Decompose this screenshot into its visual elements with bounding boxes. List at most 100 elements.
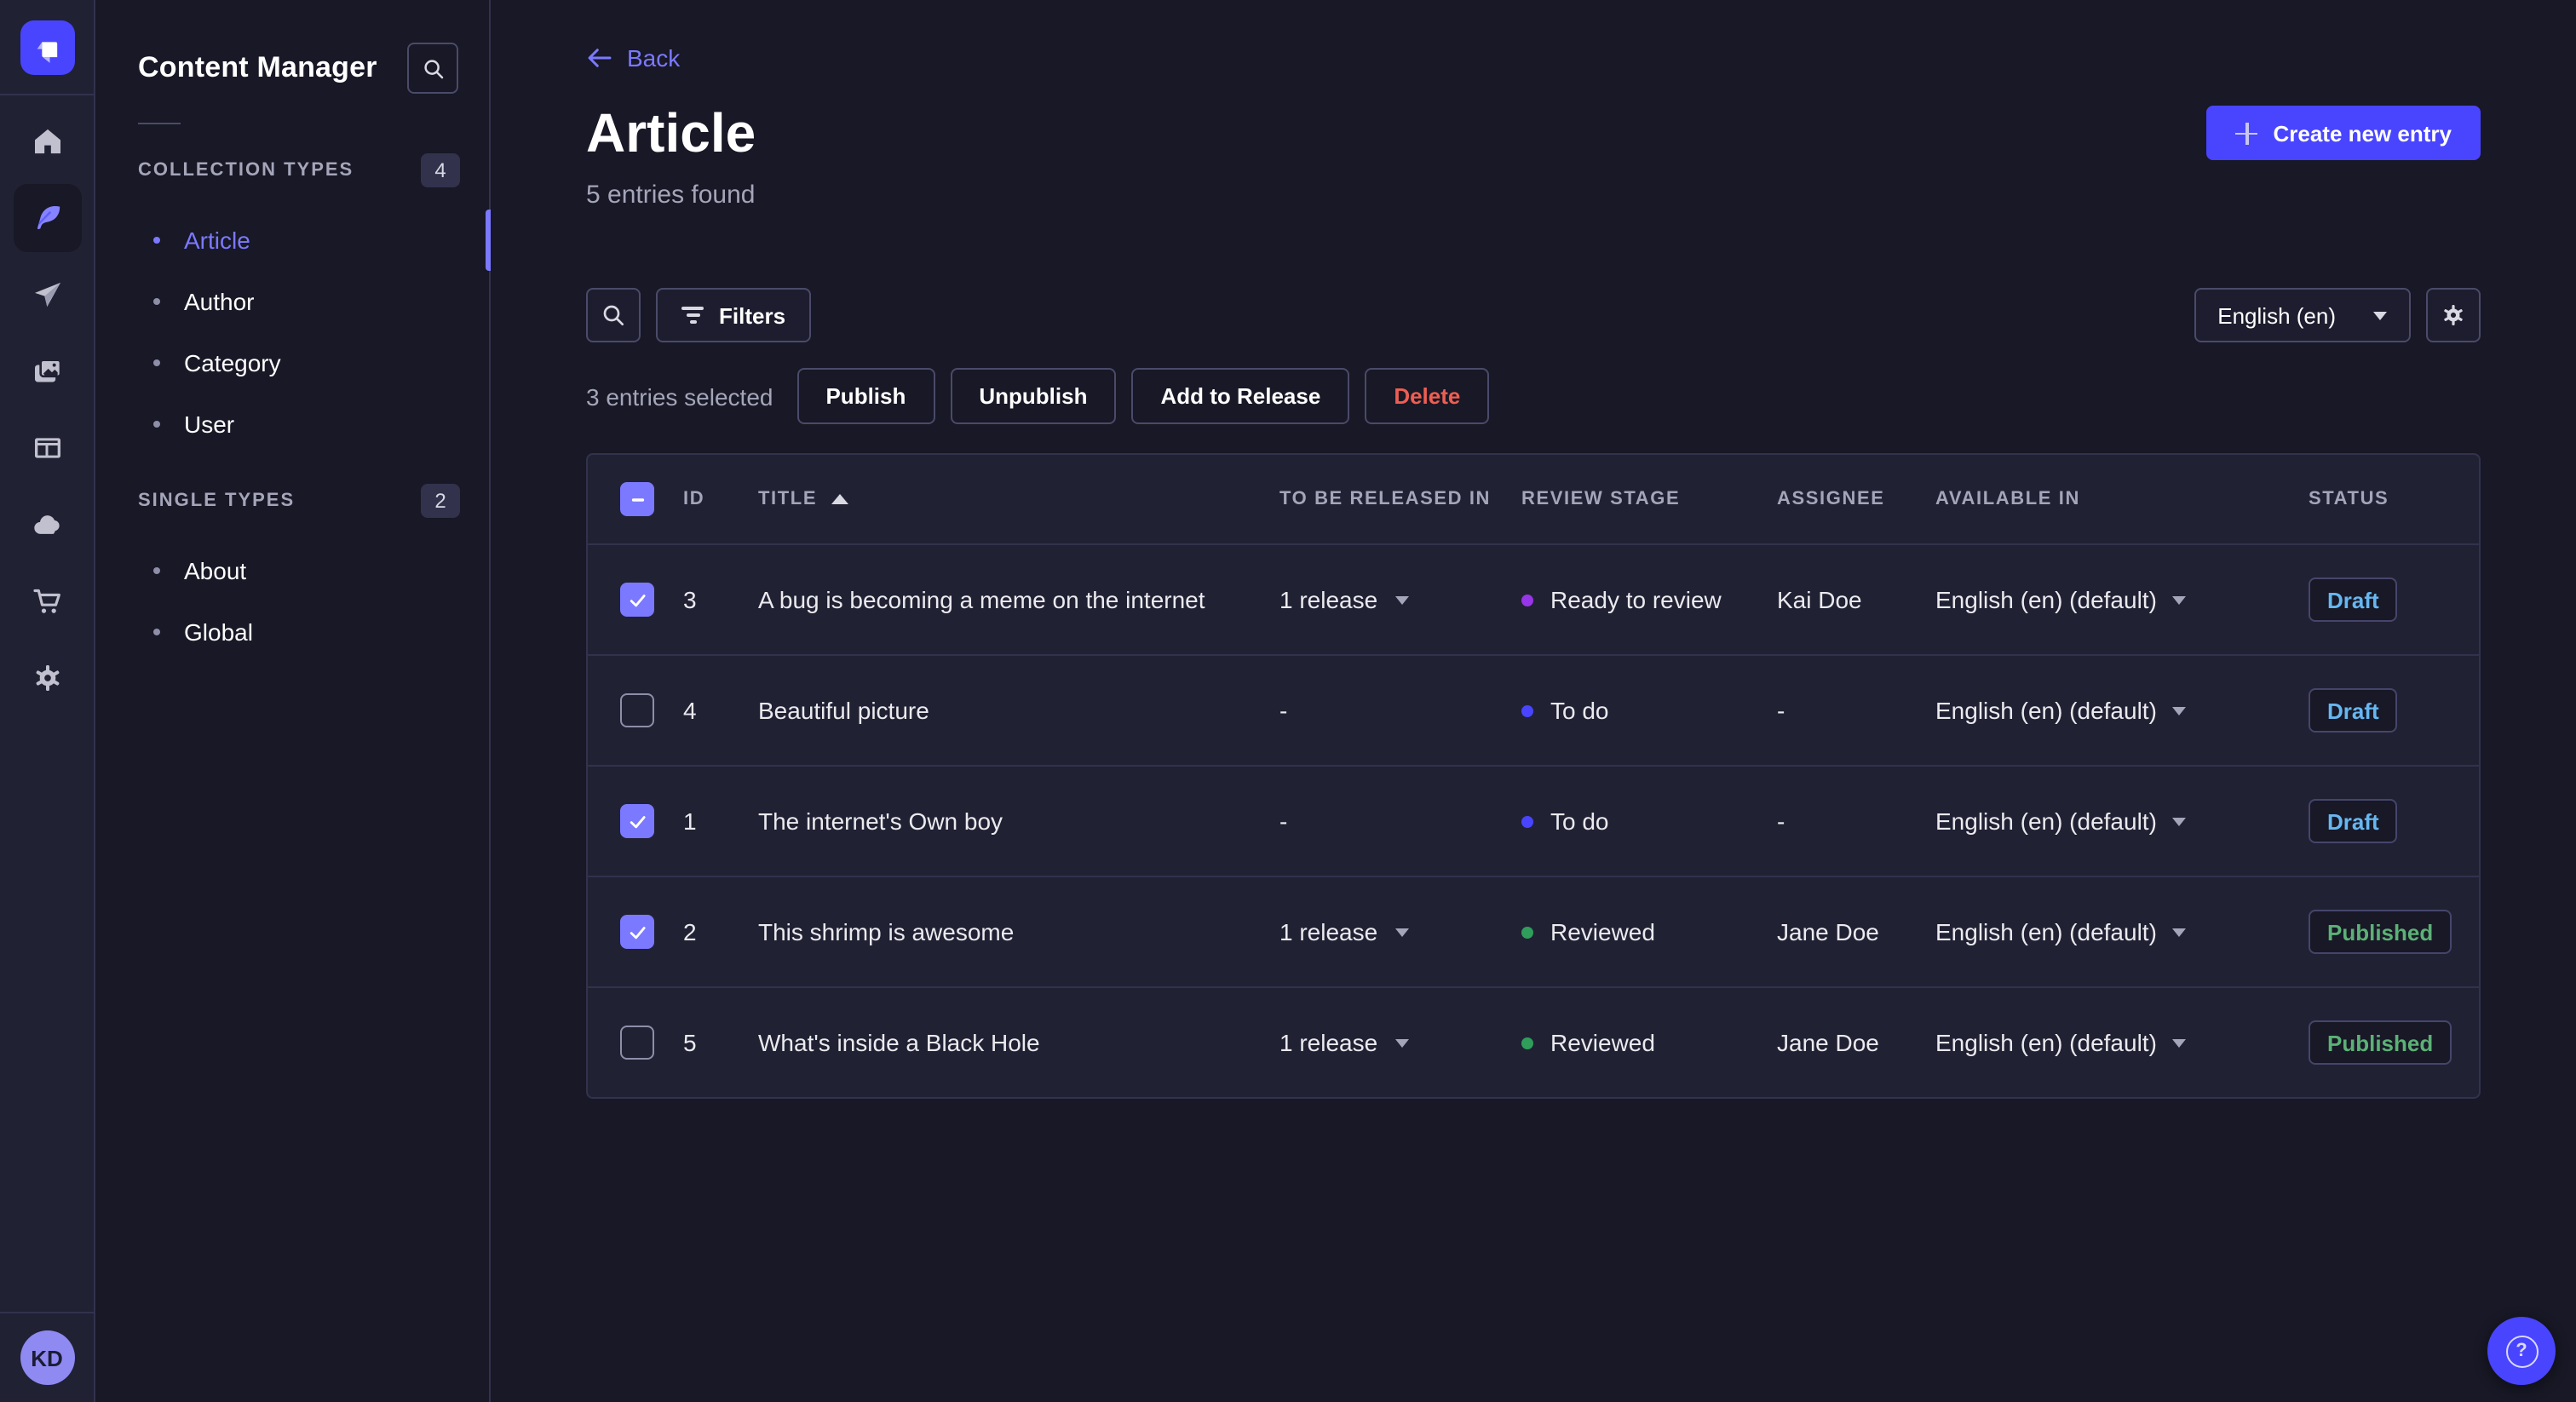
table-header-row: ID TITLE TO BE RELEASED IN REVIEW STAGE …: [588, 455, 2479, 543]
table-search-button[interactable]: [586, 288, 641, 342]
cell-assignee: -: [1777, 807, 1785, 835]
cell-available-in[interactable]: English (en) (default): [1935, 918, 2309, 945]
table-row[interactable]: 1 The internet's Own boy - To do - Engli…: [588, 765, 2479, 876]
release-value: -: [1279, 807, 1288, 835]
logo-section: [0, 0, 94, 95]
view-settings-button[interactable]: [2426, 288, 2481, 342]
locale-select[interactable]: English (en): [2194, 288, 2411, 342]
cell-review-stage: Ready to review: [1521, 586, 1777, 613]
sidebar-search-button[interactable]: [407, 43, 458, 94]
rail-icon-nav: [13, 95, 81, 1312]
content-type-builder-nav-button[interactable]: [13, 414, 81, 482]
cell-to-be-released-in[interactable]: 1 release: [1279, 1029, 1521, 1056]
status-badge: Draft: [2309, 577, 2398, 622]
column-header-assignee[interactable]: ASSIGNEE: [1777, 489, 1935, 509]
stage-label: To do: [1550, 697, 1609, 724]
cell-status: Draft: [2309, 688, 2479, 733]
bullet-icon: [153, 237, 160, 244]
unpublish-button[interactable]: Unpublish: [950, 368, 1117, 424]
help-button[interactable]: ?: [2487, 1317, 2556, 1385]
cell-to-be-released-in[interactable]: -: [1279, 697, 1521, 724]
app-window: KD Content Manager COLLECTION TYPES 4 Art…: [0, 0, 2576, 1402]
cell-available-in[interactable]: English (en) (default): [1935, 1029, 2309, 1056]
sidebar-section: SINGLE TYPES 2 About Global: [95, 482, 489, 663]
sidebar-item-label: User: [184, 411, 235, 438]
stage-label: Reviewed: [1550, 1029, 1655, 1056]
sidebar-item-article[interactable]: Article: [95, 210, 491, 271]
column-header-status[interactable]: STATUS: [2309, 489, 2479, 509]
filters-button[interactable]: Filters: [656, 288, 812, 342]
sidebar-item-category[interactable]: Category: [95, 332, 489, 394]
cell-title: What's inside a Black Hole: [758, 1029, 1040, 1056]
main-content: Back Article 5 entries found Create new …: [491, 0, 2576, 1402]
select-all-checkbox[interactable]: [620, 482, 654, 516]
table-row[interactable]: 3 A bug is becoming a meme on the intern…: [588, 543, 2479, 654]
locale-value: English (en) (default): [1935, 586, 2157, 613]
row-checkbox[interactable]: [620, 1026, 654, 1060]
user-avatar[interactable]: KD: [20, 1330, 74, 1385]
table-row[interactable]: 2 This shrimp is awesome 1 release Revie…: [588, 876, 2479, 986]
cell-to-be-released-in[interactable]: 1 release: [1279, 586, 1521, 613]
strapi-logo[interactable]: [20, 20, 74, 74]
check-icon: [629, 594, 645, 606]
chevron-down-icon: [2373, 311, 2387, 319]
paper-plane-icon: [34, 282, 60, 307]
sidebar-item-label: About: [184, 557, 247, 584]
chevron-down-icon: [2171, 706, 2186, 715]
table-row[interactable]: 4 Beautiful picture - To do - English (e…: [588, 654, 2479, 765]
marketplace-nav-button[interactable]: [13, 567, 81, 635]
rail-footer: KD: [0, 1312, 94, 1402]
cell-available-in[interactable]: English (en) (default): [1935, 586, 2309, 613]
row-checkbox[interactable]: [620, 915, 654, 949]
cell-to-be-released-in[interactable]: 1 release: [1279, 918, 1521, 945]
cell-title: This shrimp is awesome: [758, 918, 1015, 945]
entries-table: ID TITLE TO BE RELEASED IN REVIEW STAGE …: [586, 453, 2481, 1099]
main-nav-rail: KD: [0, 0, 95, 1402]
column-header-available[interactable]: AVAILABLE IN: [1935, 489, 2309, 509]
delete-button[interactable]: Delete: [1365, 368, 1490, 424]
row-checkbox[interactable]: [620, 693, 654, 727]
cell-available-in[interactable]: English (en) (default): [1935, 807, 2309, 835]
back-link[interactable]: Back: [586, 44, 680, 72]
releases-nav-button[interactable]: [13, 261, 81, 329]
deploy-cloud-nav-button[interactable]: [13, 491, 81, 559]
chevron-down-icon: [2171, 817, 2186, 825]
content-manager-sidebar: Content Manager COLLECTION TYPES 4 Articl…: [95, 0, 491, 1402]
bulk-actions-bar: 3 entries selected Publish Unpublish Add t…: [586, 368, 2481, 424]
cell-to-be-released-in[interactable]: -: [1279, 807, 1521, 835]
home-nav-button[interactable]: [13, 107, 81, 175]
section-count-badge: 2: [421, 484, 460, 518]
settings-nav-button[interactable]: [13, 644, 81, 712]
column-header-stage[interactable]: REVIEW STAGE: [1521, 489, 1777, 509]
content-manager-nav-button[interactable]: [13, 184, 81, 252]
bullet-icon: [153, 567, 160, 574]
cell-title: Beautiful picture: [758, 697, 929, 724]
sidebar-item-user[interactable]: User: [95, 394, 489, 455]
column-header-title[interactable]: TITLE: [758, 489, 1279, 509]
add-to-release-button[interactable]: Add to Release: [1131, 368, 1350, 424]
table-body: 3 A bug is becoming a meme on the intern…: [588, 543, 2479, 1097]
cell-available-in[interactable]: English (en) (default): [1935, 697, 2309, 724]
page-title-block: Article 5 entries found: [586, 106, 756, 210]
arrow-left-icon: [588, 49, 612, 67]
sidebar-item-global[interactable]: Global: [95, 601, 489, 663]
publish-button[interactable]: Publish: [796, 368, 935, 424]
locale-selected-value: English (en): [2217, 302, 2336, 328]
status-badge: Published: [2309, 910, 2452, 954]
cell-id: 5: [683, 1029, 697, 1056]
question-mark-icon: ?: [2505, 1335, 2538, 1367]
row-checkbox[interactable]: [620, 804, 654, 838]
column-header-id[interactable]: ID: [683, 489, 758, 509]
media-library-nav-button[interactable]: [13, 337, 81, 405]
sidebar-item-author[interactable]: Author: [95, 271, 489, 332]
cell-assignee: Jane Doe: [1777, 1029, 1879, 1056]
cell-assignee: Jane Doe: [1777, 918, 1879, 945]
shopping-cart-icon: [32, 589, 60, 613]
create-new-entry-button[interactable]: Create new entry: [2206, 106, 2481, 160]
row-checkbox[interactable]: [620, 583, 654, 617]
sidebar-item-about[interactable]: About: [95, 540, 489, 601]
chevron-down-icon: [1394, 1038, 1409, 1047]
column-header-released[interactable]: TO BE RELEASED IN: [1279, 489, 1521, 509]
table-row[interactable]: 5 What's inside a Black Hole 1 release R…: [588, 986, 2479, 1097]
list-toolbar: Filters English (en): [586, 288, 2481, 342]
